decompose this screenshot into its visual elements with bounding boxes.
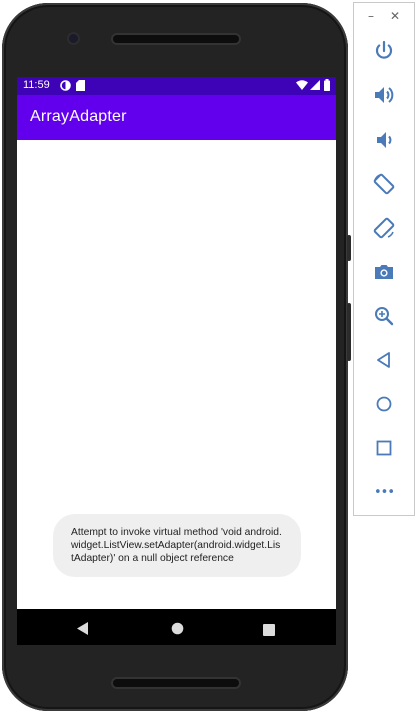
app-bar: ArrayAdapter (17, 95, 336, 140)
battery-icon (324, 79, 330, 94)
rotate-left-icon[interactable] (372, 172, 396, 196)
top-speaker (113, 35, 239, 43)
bottom-speaker (113, 679, 239, 687)
back-triangle-icon[interactable] (372, 348, 396, 372)
home-icon[interactable] (171, 620, 184, 639)
sd-card-icon (76, 80, 85, 94)
front-camera (69, 34, 78, 43)
camera-icon[interactable] (372, 260, 396, 284)
phone-screen: 11:59 ArrayAdapter Attempt to invoke vir… (17, 77, 336, 645)
phone-frame: 11:59 ArrayAdapter Attempt to invoke vir… (2, 3, 351, 711)
app-title: ArrayAdapter (30, 108, 127, 125)
close-button[interactable]: ✕ (390, 9, 400, 23)
emulator-window: 11:59 ArrayAdapter Attempt to invoke vir… (0, 0, 416, 714)
minimize-button[interactable]: – (368, 9, 374, 23)
home-circle-icon[interactable] (372, 392, 396, 416)
zoom-icon[interactable] (372, 304, 396, 328)
wifi-icon (296, 80, 308, 93)
recents-icon[interactable] (263, 621, 275, 640)
emulator-toolbar: – ✕ ••• (353, 2, 415, 516)
volume-down-icon[interactable] (372, 128, 396, 152)
rotate-right-icon[interactable] (372, 216, 396, 240)
power-icon[interactable] (372, 39, 396, 63)
volume-up-icon[interactable] (372, 83, 396, 107)
back-icon[interactable] (77, 620, 89, 639)
phone-volume-button (347, 303, 351, 361)
signal-icon (310, 80, 320, 93)
navigation-bar (17, 609, 336, 645)
toast-message: Attempt to invoke virtual method 'void a… (71, 527, 282, 564)
data-saver-icon (60, 80, 71, 94)
status-time: 11:59 (23, 79, 50, 91)
more-icon[interactable]: ••• (372, 481, 396, 505)
error-toast: Attempt to invoke virtual method 'void a… (53, 514, 301, 577)
overview-square-icon[interactable] (372, 436, 396, 460)
status-bar: 11:59 (17, 77, 336, 95)
phone-side-button (347, 235, 351, 261)
